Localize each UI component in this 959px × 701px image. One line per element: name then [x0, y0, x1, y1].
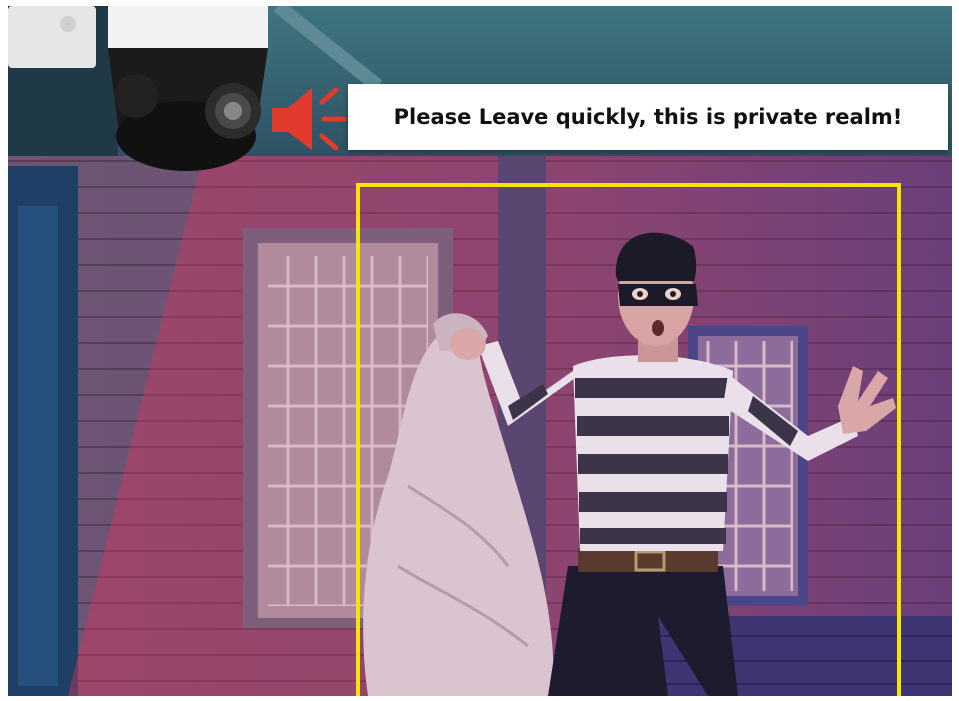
surveillance-scene: Please Leave quickly, this is private re… [8, 6, 952, 696]
warning-message-text: Please Leave quickly, this is private re… [393, 105, 903, 129]
warning-message-box: Please Leave quickly, this is private re… [348, 84, 948, 150]
speaker-alarm-icon [272, 87, 347, 151]
human-detection-box [356, 183, 901, 696]
